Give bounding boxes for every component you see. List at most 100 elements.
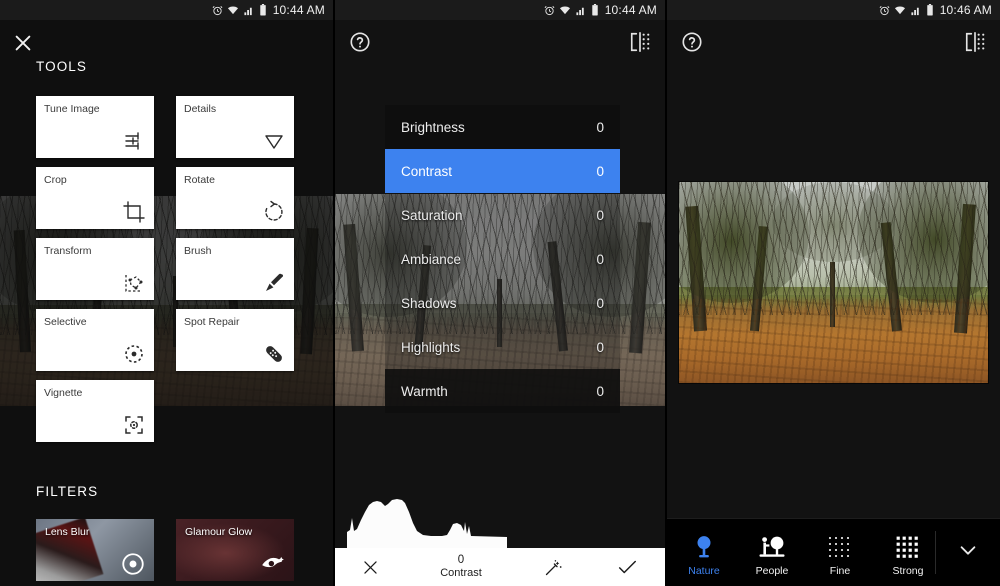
selective-icon xyxy=(122,342,146,366)
status-bar-tune: 10:44 AM xyxy=(335,0,665,20)
tool-label: Brush xyxy=(184,245,212,257)
adjustment-label: Brightness xyxy=(401,119,465,135)
wifi-icon xyxy=(227,5,239,16)
tool-label: Tune Image xyxy=(44,103,100,115)
cancel-button[interactable] xyxy=(335,558,405,577)
adjustment-value: 0 xyxy=(596,163,604,179)
look-item-fine[interactable]: Fine xyxy=(813,528,867,577)
tool-tile-rotate[interactable]: Rotate xyxy=(176,167,294,229)
adjustment-label: Highlights xyxy=(401,339,461,355)
tool-label: Spot Repair xyxy=(184,316,240,328)
tree-icon xyxy=(688,532,720,562)
tools-row: Transform Brush xyxy=(36,238,296,300)
adjustment-value: 0 xyxy=(596,295,604,311)
tool-label: Rotate xyxy=(184,174,215,186)
screenshot-root: 10:44 AM TOOLS Tune Image Details Crop R… xyxy=(0,0,1000,586)
tool-label: Vignette xyxy=(44,387,83,399)
tools-grid: Tune Image Details Crop Rotate Transform… xyxy=(36,96,296,451)
status-time: 10:44 AM xyxy=(272,3,325,17)
adjustment-value: 0 xyxy=(457,554,465,567)
adjustment-row-highlights[interactable]: Highlights 0 xyxy=(385,325,620,369)
signal-icon xyxy=(575,5,587,16)
eye-icon xyxy=(260,551,286,577)
adjustment-value: 0 xyxy=(596,383,604,399)
alarm-icon xyxy=(544,5,555,16)
wifi-icon xyxy=(559,5,571,16)
tool-tile-details[interactable]: Details xyxy=(176,96,294,158)
filter-label: Glamour Glow xyxy=(185,526,253,538)
crop-icon xyxy=(122,200,146,224)
look-label: Strong xyxy=(892,565,924,577)
triangle-down-icon xyxy=(262,129,286,153)
filter-tile-lens-blur[interactable]: Lens Blur xyxy=(36,519,154,581)
adjustment-value: 0 xyxy=(596,119,604,135)
panel-looks: 10:46 AM Nature People Fine Strong xyxy=(667,0,1000,586)
apply-button[interactable] xyxy=(589,556,665,578)
tool-tile-transform[interactable]: Transform xyxy=(36,238,154,300)
tool-tile-crop[interactable]: Crop xyxy=(36,167,154,229)
signal-icon xyxy=(910,5,922,16)
strong-dots-icon xyxy=(892,532,924,562)
adjustments-list: Brightness 0 Contrast 0 Saturation 0 Amb… xyxy=(385,105,620,413)
look-item-people[interactable]: People xyxy=(745,528,799,577)
filter-tile-glamour-glow[interactable]: Glamour Glow xyxy=(176,519,294,581)
fine-dots-icon xyxy=(824,532,856,562)
tool-label: Details xyxy=(184,103,217,115)
filters-row: Lens Blur Glamour Glow xyxy=(36,519,294,581)
current-adjustment-readout: 0 Contrast xyxy=(405,554,517,579)
tools-heading: TOOLS xyxy=(36,59,88,74)
edited-photo[interactable] xyxy=(679,182,988,383)
filters-heading: FILTERS xyxy=(36,484,99,499)
tool-tile-vignette[interactable]: Vignette xyxy=(36,380,154,442)
adjustment-value: 0 xyxy=(596,339,604,355)
filter-label: Lens Blur xyxy=(45,526,90,538)
tune-top-bar xyxy=(335,20,665,64)
person-tree-icon xyxy=(756,532,788,562)
status-bar-tools: 10:44 AM xyxy=(0,0,333,20)
adjustment-row-saturation[interactable]: Saturation 0 xyxy=(385,193,620,237)
adjustment-row-shadows[interactable]: Shadows 0 xyxy=(385,281,620,325)
battery-icon xyxy=(259,4,267,16)
battery-icon xyxy=(591,4,599,16)
look-item-strong[interactable]: Strong xyxy=(881,528,935,577)
tools-row: Crop Rotate xyxy=(36,167,296,229)
brush-icon xyxy=(262,271,286,295)
adjustment-row-warmth[interactable]: Warmth 0 xyxy=(385,369,620,413)
tool-label: Selective xyxy=(44,316,87,328)
alarm-icon xyxy=(879,5,890,16)
adjustment-label: Ambiance xyxy=(401,251,462,267)
adjustment-row-ambiance[interactable]: Ambiance 0 xyxy=(385,237,620,281)
status-time: 10:46 AM xyxy=(939,3,992,17)
look-item-nature[interactable]: Nature xyxy=(677,528,731,577)
tool-tile-tune-image[interactable]: Tune Image xyxy=(36,96,154,158)
looks-items: Nature People Fine Strong xyxy=(667,519,935,586)
adjustment-label: Saturation xyxy=(401,207,463,223)
bandage-icon xyxy=(262,342,286,366)
tool-tile-brush[interactable]: Brush xyxy=(176,238,294,300)
look-label: Fine xyxy=(829,565,851,577)
aperture-icon xyxy=(120,551,146,577)
close-icon[interactable] xyxy=(12,32,34,54)
auto-adjust-button[interactable] xyxy=(517,557,589,578)
vignette-icon xyxy=(122,413,146,437)
adjustment-value: 0 xyxy=(596,207,604,223)
adjustment-row-brightness[interactable]: Brightness 0 xyxy=(385,105,620,149)
sliders-icon xyxy=(122,129,146,153)
transform-icon xyxy=(122,271,146,295)
compare-icon[interactable] xyxy=(629,31,651,53)
tools-row: Tune Image Details xyxy=(36,96,296,158)
looks-top-bar xyxy=(667,20,1000,64)
panel-tools: 10:44 AM TOOLS Tune Image Details Crop R… xyxy=(0,0,333,586)
adjustment-row-contrast[interactable]: Contrast 0 xyxy=(385,149,620,193)
wifi-icon xyxy=(894,5,906,16)
tool-tile-spot-repair[interactable]: Spot Repair xyxy=(176,309,294,371)
panel-tune-image: 10:44 AM Brightness 0 Contrast 0 Saturat… xyxy=(333,0,667,586)
tune-bottom-bar: 0 Contrast xyxy=(335,548,665,586)
expand-looks-button[interactable] xyxy=(936,519,1000,586)
help-icon[interactable] xyxy=(681,31,703,53)
adjustment-name: Contrast xyxy=(440,567,482,580)
status-time: 10:44 AM xyxy=(604,3,657,17)
compare-icon[interactable] xyxy=(964,31,986,53)
tool-tile-selective[interactable]: Selective xyxy=(36,309,154,371)
help-icon[interactable] xyxy=(349,31,371,53)
